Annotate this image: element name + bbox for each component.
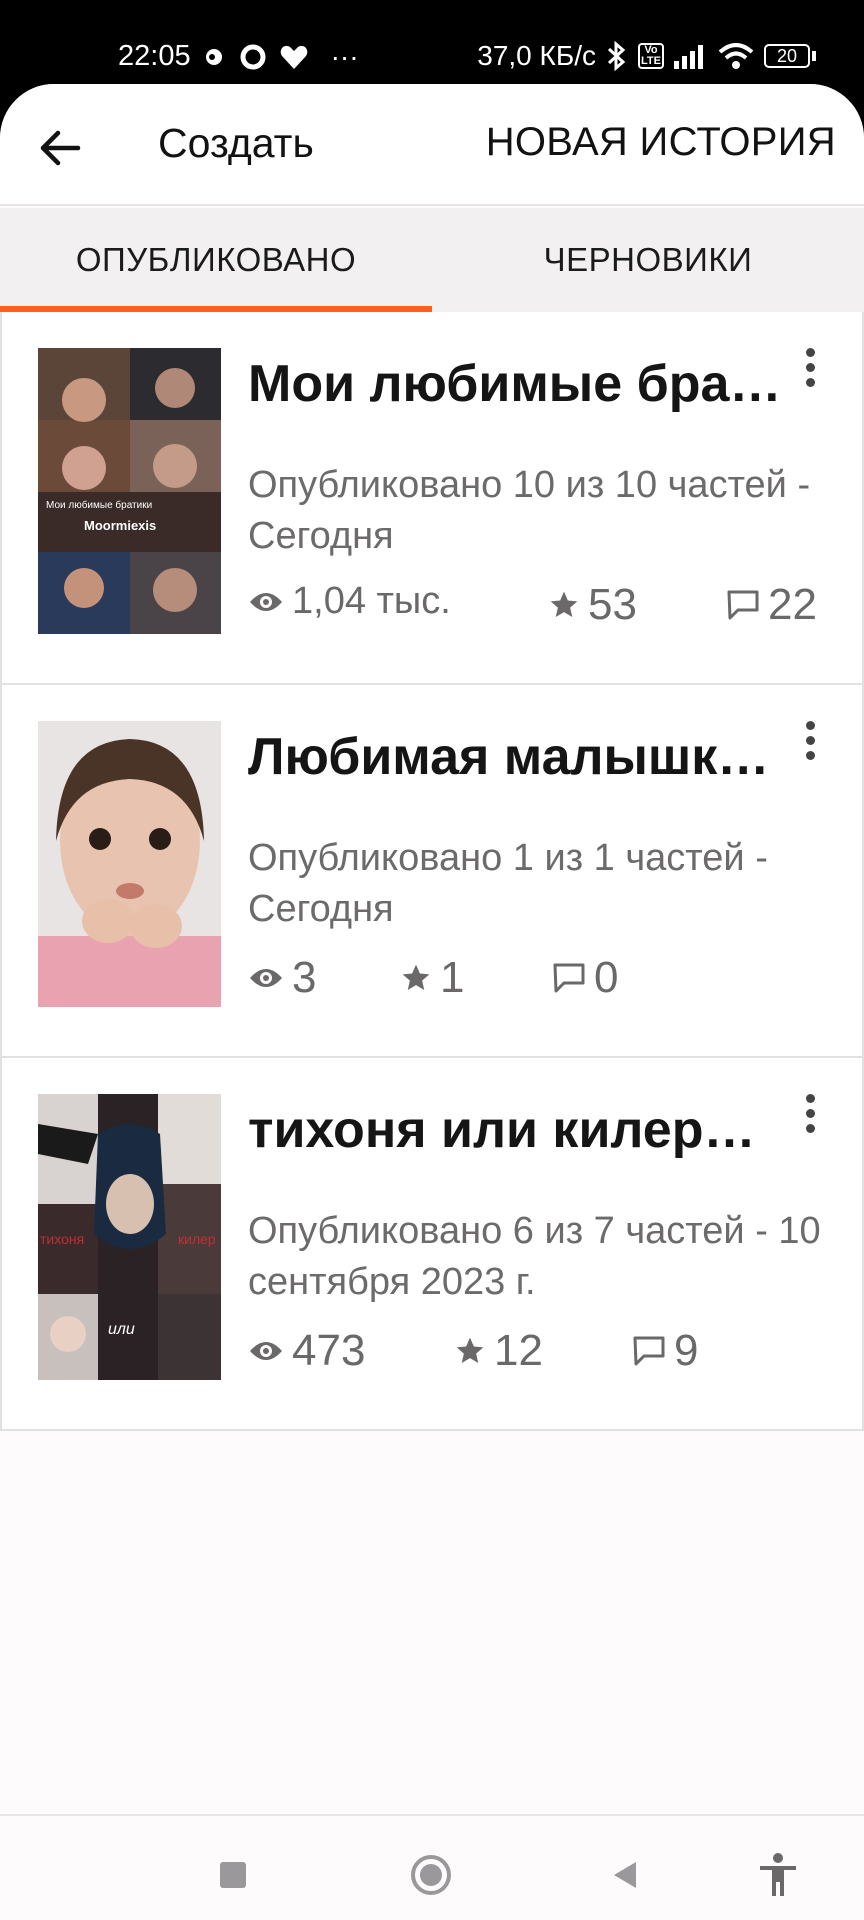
story-stats: 3 1 0 [248, 953, 838, 1009]
wifi-icon [718, 43, 754, 69]
story-item[interactable]: Мои любимые братики Moormiexis Мои любим… [0, 312, 864, 685]
back-icon[interactable] [610, 1860, 640, 1890]
votes-stat: 53 [548, 580, 637, 630]
story-item[interactable]: Любимая малышк… Опубликовано 1 из 1 част… [0, 685, 864, 1058]
story-status: Опубликовано 6 из 7 частей - 10 сентября… [248, 1210, 821, 1303]
eye-icon [250, 592, 282, 611]
comment-icon [727, 590, 759, 620]
story-stats: 473 12 9 [248, 1326, 838, 1382]
views-stat: 473 [248, 1326, 365, 1376]
views-stat: 1,04 тыс. [248, 580, 451, 623]
story-stats: 1,04 тыс. 53 22 [248, 580, 838, 636]
votes-stat: 12 [454, 1326, 543, 1376]
star-icon [550, 591, 578, 617]
more-options-icon[interactable] [802, 348, 818, 394]
signal-icon [674, 45, 703, 69]
story-item[interactable]: тихоня килер или тихоня или килер… Опубл… [0, 1058, 864, 1431]
volte-badge: Vo LTE [638, 43, 664, 69]
home-icon[interactable] [410, 1854, 452, 1896]
cover-caption: тихоня [40, 1231, 84, 1247]
story-title[interactable]: Любимая малышк… [248, 727, 778, 787]
story-list: Мои любимые братики Moormiexis Мои любим… [0, 312, 864, 1431]
comments-count: 9 [674, 1326, 699, 1375]
more-options-icon[interactable] [802, 721, 818, 767]
story-status: Опубликовано 10 из 10 частей - Сегодня [248, 464, 811, 557]
story-cover-image[interactable]: тихоня килер или [38, 1094, 221, 1380]
network-speed: 37,0 КБ/с [477, 40, 596, 71]
story-status: Опубликовано 1 из 1 частей - Сегодня [248, 837, 768, 930]
back-arrow-icon[interactable] [32, 118, 92, 178]
eye-icon [250, 969, 282, 987]
comments-stat: 22 [726, 580, 817, 630]
votes-count: 53 [588, 580, 637, 629]
cover-caption: или [108, 1321, 135, 1338]
tab-published[interactable]: ОПУБЛИКОВАНО [0, 208, 432, 312]
views-count: 3 [292, 953, 317, 1002]
status-time: 22:05 [118, 40, 191, 72]
cover-caption: Moormiexis [84, 518, 156, 533]
page-title: Создать [158, 120, 314, 166]
tab-bar: ОПУБЛИКОВАНО ЧЕРНОВИКИ [0, 208, 864, 313]
star-icon [456, 1337, 484, 1363]
story-title[interactable]: тихоня или килер… [248, 1100, 778, 1160]
views-stat: 3 [248, 953, 316, 1003]
votes-stat: 1 [400, 953, 464, 1003]
story-title[interactable]: Мои любимые бра… [248, 354, 778, 414]
new-story-button[interactable]: НОВАЯ ИСТОРИЯ [486, 120, 836, 165]
comment-icon [633, 1336, 665, 1366]
battery-level: 20 [764, 44, 810, 68]
recent-apps-icon[interactable] [218, 1860, 248, 1890]
more-options-icon[interactable] [802, 1094, 818, 1140]
comments-count: 0 [594, 953, 619, 1002]
ring-icon [240, 44, 266, 69]
story-cover-image[interactable]: Мои любимые братики Moormiexis [38, 348, 221, 634]
views-count: 473 [292, 1326, 366, 1375]
votes-count: 12 [494, 1326, 543, 1375]
cover-caption: килер [178, 1231, 216, 1247]
story-cover-image[interactable] [38, 721, 221, 1007]
battery-icon: 20 [764, 44, 816, 68]
heart-icon [280, 45, 307, 69]
system-nav-bar [0, 1814, 864, 1920]
comments-stat: 9 [632, 1326, 698, 1376]
chat-bubble-icon [205, 48, 222, 65]
cover-caption: Мои любимые братики [46, 499, 152, 511]
star-icon [402, 964, 430, 990]
accessibility-icon[interactable] [756, 1852, 800, 1898]
comment-icon [553, 963, 585, 993]
app-screen: Создать НОВАЯ ИСТОРИЯ ОПУБЛИКОВАНО ЧЕРНО… [0, 84, 864, 1920]
comments-count: 22 [768, 580, 817, 629]
app-bar: Создать НОВАЯ ИСТОРИЯ [0, 84, 864, 206]
bluetooth-icon [607, 41, 626, 71]
tab-drafts[interactable]: ЧЕРНОВИКИ [432, 208, 864, 312]
comments-stat: 0 [552, 953, 618, 1003]
eye-icon [250, 1342, 282, 1360]
votes-count: 1 [440, 953, 465, 1002]
status-more-dots: ··· [330, 40, 359, 72]
views-count: 1,04 тыс. [292, 580, 451, 622]
